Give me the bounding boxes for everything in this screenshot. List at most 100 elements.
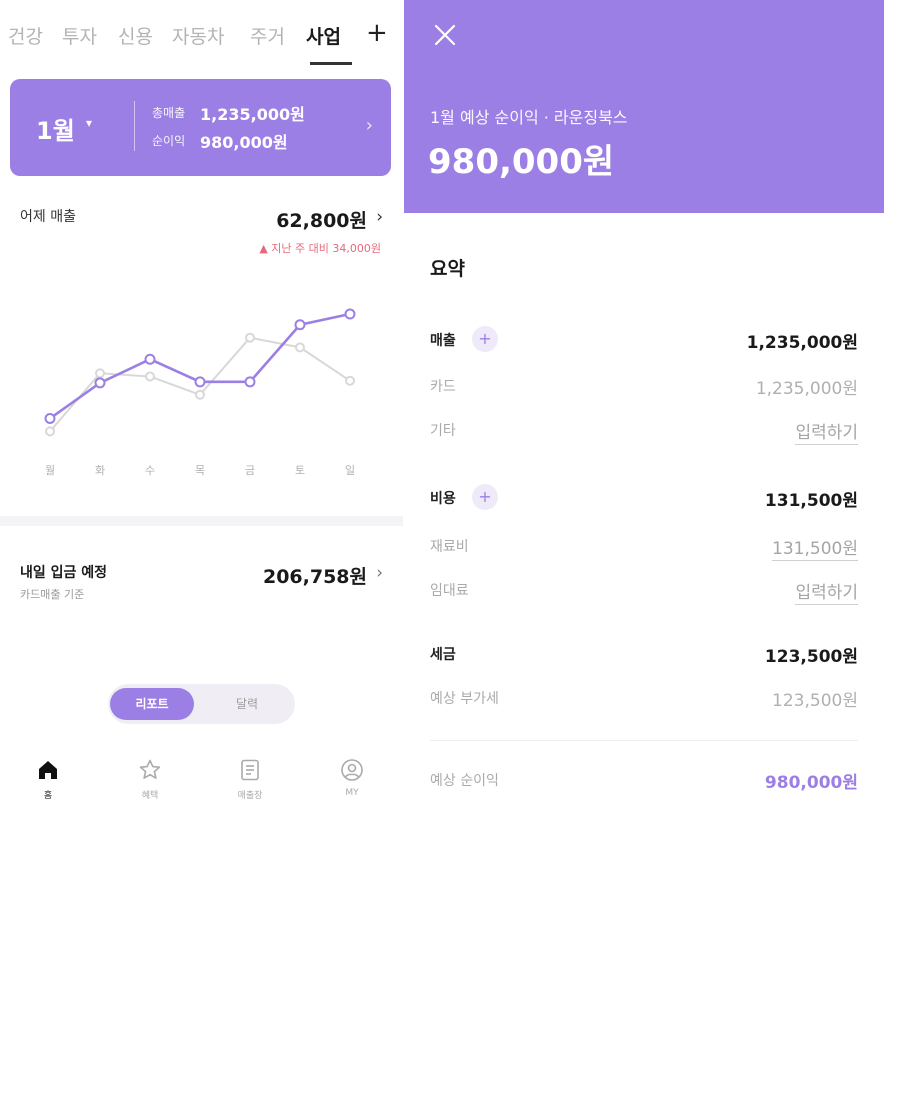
document-icon xyxy=(241,759,259,781)
rent-row: 임대료 입력하기 xyxy=(430,578,858,605)
chevron-right-icon[interactable]: › xyxy=(376,563,383,583)
material-cost-label: 재료비 xyxy=(430,539,469,555)
last-week-point-2 xyxy=(145,371,155,382)
x-tick-label-4: 금 xyxy=(245,464,255,477)
summary-divider xyxy=(430,740,858,741)
nav-benefits[interactable]: 혜택 xyxy=(120,758,180,801)
last-week-point-5 xyxy=(295,342,305,353)
detail-header: 1월 예상 순이익 · 라운징북스 980,000원 xyxy=(404,0,884,213)
deposit-basis-text: 카드매출 기준 xyxy=(20,588,85,601)
add-tab-button[interactable]: + xyxy=(366,18,388,48)
chevron-right-icon[interactable]: › xyxy=(376,207,383,227)
business-home-screen: 건강 투자 신용 자동차 주거 사업 + 1월 ▾ 총매출 1,235,000원… xyxy=(0,0,403,840)
last-week-point-1 xyxy=(95,368,105,379)
tab-housing[interactable]: 주거 xyxy=(250,22,285,49)
sales-value: 1,235,000원 xyxy=(746,333,858,353)
vat-label: 예상 부가세 xyxy=(430,691,499,707)
vat-row: 예상 부가세 123,500원 xyxy=(430,686,858,712)
add-sales-button[interactable]: + xyxy=(472,326,498,352)
tab-invest[interactable]: 투자 xyxy=(62,22,97,49)
user-icon xyxy=(341,759,363,781)
report-calendar-toggle: 리포트 달력 xyxy=(108,684,295,724)
card-divider xyxy=(134,101,135,151)
card-sales-value: 1,235,000원 xyxy=(755,379,858,399)
other-sales-label: 기타 xyxy=(430,423,456,439)
monthly-summary-card[interactable]: 1월 ▾ 총매출 1,235,000원 순이익 980,000원 › xyxy=(10,79,391,176)
cost-label: 비용 xyxy=(430,491,456,507)
x-tick-label-5: 토 xyxy=(295,464,305,477)
summary-title: 요약 xyxy=(430,258,465,280)
this-week-point-0 xyxy=(44,412,56,424)
this-week-point-6 xyxy=(344,308,356,320)
calendar-toggle-button[interactable]: 달력 xyxy=(212,688,282,720)
material-cost-row: 재료비 131,500원 xyxy=(430,534,858,561)
material-cost-value[interactable]: 131,500원 xyxy=(772,534,858,561)
last-week-point-4 xyxy=(245,332,255,343)
net-profit-detail-sheet: 1월 예상 순이익 · 라운징북스 980,000원 요약 매출 + 1,235… xyxy=(404,0,884,840)
x-tick-label-3: 목 xyxy=(195,464,205,477)
nav-ledger[interactable]: 매출장 xyxy=(220,758,280,801)
tomorrow-deposit-value[interactable]: 206,758원 xyxy=(263,562,367,589)
chevron-right-icon[interactable]: › xyxy=(366,115,373,136)
nav-home-label: 홈 xyxy=(43,791,53,801)
vat-value: 123,500원 xyxy=(772,691,858,711)
weekly-compare-text: ▲ 지난 주 대비 34,000원 xyxy=(259,242,381,255)
tax-label: 세금 xyxy=(430,647,456,663)
expected-net-profit-label: 예상 순이익 xyxy=(430,773,499,789)
nav-my[interactable]: MY xyxy=(322,758,382,798)
net-profit-value: 980,000원 xyxy=(200,133,288,152)
last-week-point-0 xyxy=(45,426,55,437)
report-toggle-button[interactable]: 리포트 xyxy=(110,688,194,720)
tax-row: 세금 123,500원 xyxy=(430,642,858,668)
x-tick-label-1: 화 xyxy=(95,464,105,477)
tax-value: 123,500원 xyxy=(764,647,858,667)
this-week-point-4 xyxy=(244,376,256,388)
this-week-line xyxy=(49,312,351,420)
x-tick-label-0: 월 xyxy=(45,464,55,477)
caret-down-icon[interactable]: ▾ xyxy=(86,116,92,130)
close-icon[interactable] xyxy=(430,20,460,50)
weekly-sales-chart: 월화수목금토일 xyxy=(44,308,356,477)
month-selector[interactable]: 1월 xyxy=(36,111,75,146)
nav-home[interactable]: 홈 xyxy=(18,758,78,801)
net-profit-label: 순이익 xyxy=(152,134,186,148)
add-cost-button[interactable]: + xyxy=(472,484,498,510)
yesterday-sales-label: 어제 매출 xyxy=(20,209,76,225)
other-sales-input-link[interactable]: 입력하기 xyxy=(795,418,858,445)
this-week-point-3 xyxy=(194,376,206,388)
last-week-point-3 xyxy=(195,389,205,400)
bottom-navigation: 홈 혜택 매출장 MY xyxy=(0,748,403,828)
nav-my-label: MY xyxy=(345,788,359,798)
rent-input-link[interactable]: 입력하기 xyxy=(795,578,858,605)
section-separator xyxy=(0,516,403,526)
other-sales-row: 기타 입력하기 xyxy=(430,418,858,445)
home-icon xyxy=(39,761,57,779)
sales-label: 매출 xyxy=(430,333,456,349)
tab-car[interactable]: 자동차 xyxy=(172,22,224,49)
nav-benefits-label: 혜택 xyxy=(141,791,159,801)
tomorrow-deposit-label: 내일 입금 예정 xyxy=(20,565,108,581)
x-tick-label-2: 수 xyxy=(145,464,155,477)
total-sales-value: 1,235,000원 xyxy=(200,105,305,124)
category-tabs: 건강 투자 신용 자동차 주거 사업 + xyxy=(8,18,389,65)
sales-row: 매출 + 1,235,000원 xyxy=(430,326,858,354)
tab-credit[interactable]: 신용 xyxy=(118,22,153,49)
yesterday-sales-value[interactable]: 62,800원 xyxy=(276,206,367,233)
expected-net-profit-value: 980,000원 xyxy=(764,773,858,793)
active-tab-indicator xyxy=(310,62,352,65)
expected-net-profit-row: 예상 순이익 980,000원 xyxy=(430,768,858,794)
tab-business[interactable]: 사업 xyxy=(306,22,341,49)
cost-value: 131,500원 xyxy=(764,491,858,511)
this-week-point-5 xyxy=(294,319,306,331)
x-tick-label-6: 일 xyxy=(345,463,355,477)
tab-health[interactable]: 건강 xyxy=(8,22,43,49)
total-sales-label: 총매출 xyxy=(152,106,186,120)
star-icon xyxy=(139,759,161,779)
cost-row: 비용 + 131,500원 xyxy=(430,484,858,512)
expected-net-profit-amount: 980,000원 xyxy=(428,142,615,182)
card-sales-label: 카드 xyxy=(430,379,456,395)
rent-label: 임대료 xyxy=(430,583,469,599)
detail-subtitle: 1월 예상 순이익 · 라운징북스 xyxy=(430,108,628,127)
card-sales-row: 카드 1,235,000원 xyxy=(430,374,858,400)
this-week-point-1 xyxy=(94,377,106,389)
